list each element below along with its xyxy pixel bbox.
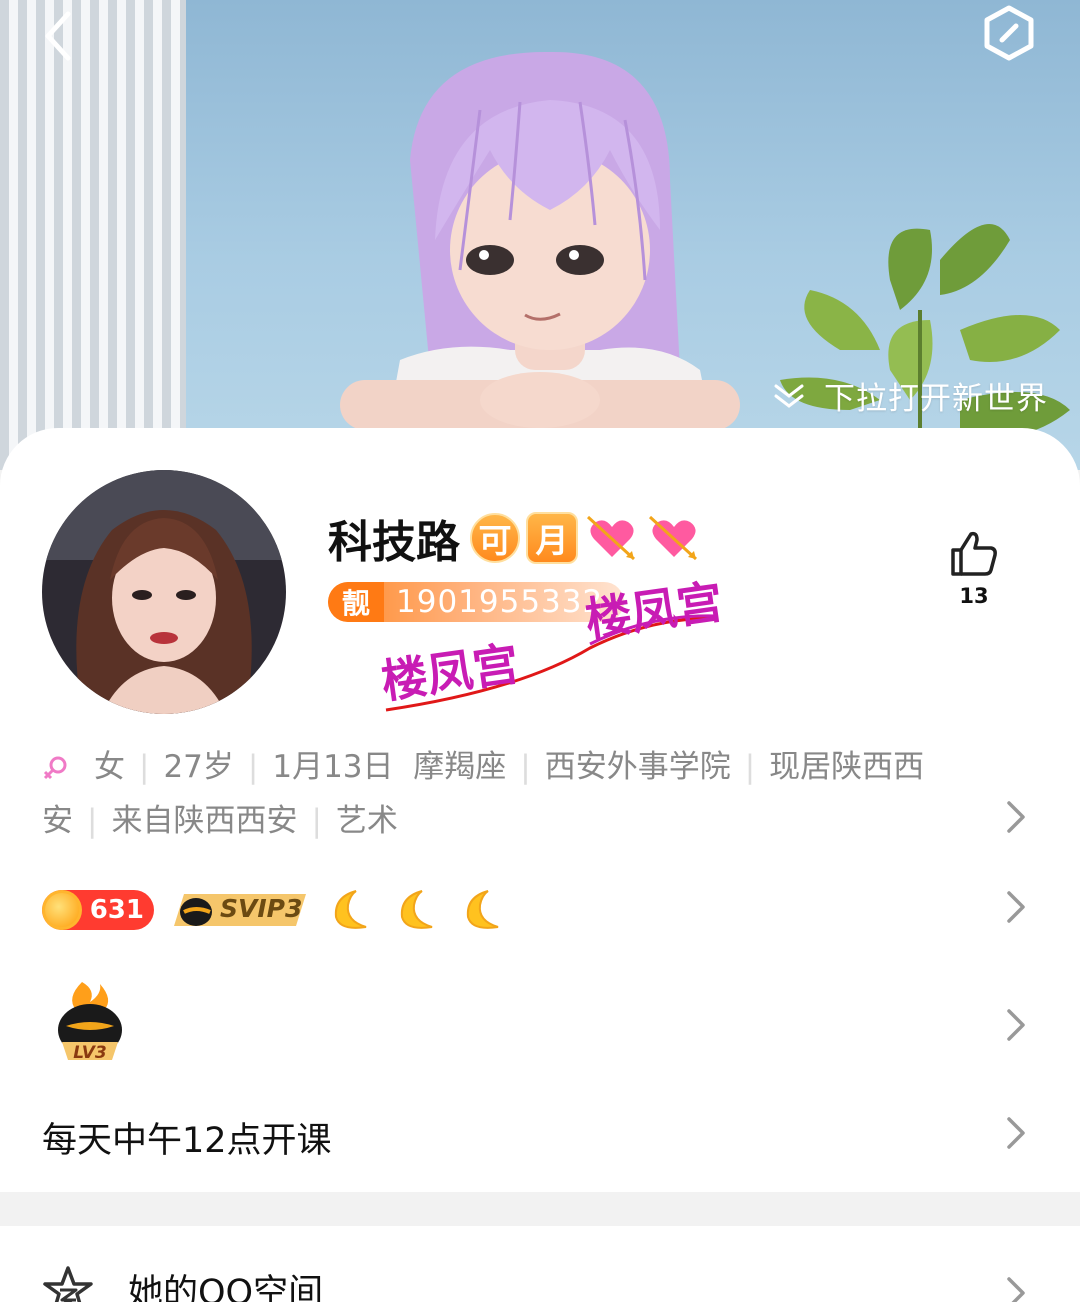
cover-hero[interactable]: 下拉打开新世界 <box>0 0 1080 470</box>
badge-yue[interactable]: 月 <box>526 512 578 564</box>
qq-space-label: 她的QQ空间 <box>128 1273 324 1302</box>
occupation: 艺术 <box>335 803 398 839</box>
school: 西安外事学院 <box>544 749 731 785</box>
svip-label: SVIP3 <box>220 894 303 923</box>
watermark-overlay: 楼凤宫 楼凤宫 <box>380 578 720 712</box>
vip-badges-row[interactable]: 631 SVIP3 <box>42 888 504 932</box>
coin-count: 631 <box>89 895 144 925</box>
flame-level-icon: LV3 <box>58 982 122 1063</box>
avatar[interactable] <box>42 470 286 714</box>
heart-arrow-icon[interactable] <box>584 513 640 563</box>
double-chevron-down-icon <box>774 384 804 408</box>
pull-down-hint-text: 下拉打开新世界 <box>824 380 1048 417</box>
like-button[interactable]: 13 <box>944 528 1004 618</box>
coin-badge[interactable]: 631 <box>42 890 154 930</box>
moon-icon <box>400 890 433 929</box>
female-icon <box>43 756 67 780</box>
qq-space-entry[interactable]: 她的QQ空间 <box>0 1226 1080 1302</box>
moon-icon <box>466 890 499 929</box>
signature-text[interactable]: 每天中午12点开课 <box>42 1112 332 1163</box>
age: 27岁 <box>163 749 234 785</box>
zodiac: 摩羯座 <box>413 749 507 785</box>
back-button[interactable] <box>30 6 90 62</box>
current-location: 现居陕西西 <box>769 749 925 785</box>
heart-arrow-icon[interactable] <box>646 513 702 563</box>
like-count: 13 <box>959 584 989 608</box>
hometown: 来自陕西西安 <box>111 803 298 839</box>
chevron-right-icon[interactable] <box>1004 798 1028 836</box>
level-label: LV3 <box>73 1043 106 1063</box>
name-row: 科技路 可 月 <box>328 508 702 568</box>
gender: 女 <box>94 749 125 785</box>
thumbs-up-icon <box>951 531 997 576</box>
basic-info-row[interactable]: 女 | 27岁 | 1月13日 摩羯座 | 西安外事学院 | 现居陕西西 安 | 来自陕西西安 | 艺术 <box>42 740 1002 848</box>
coin-icon <box>42 890 82 930</box>
badge-ke[interactable]: 可 <box>470 513 520 563</box>
avatar-photo <box>42 470 286 714</box>
star-icon <box>43 1266 93 1302</box>
pull-down-hint: 下拉打开新世界 <box>772 372 1048 418</box>
hexagon-cube-icon <box>984 5 1034 61</box>
cover-avatar-illustration <box>340 51 740 470</box>
chevron-right-icon[interactable] <box>1004 1114 1028 1152</box>
birthday: 1月13日 <box>272 749 394 785</box>
profile-card: 科技路 可 月 靓 1901955332 楼凤宫 楼凤宫 13 女 | 27岁 … <box>0 428 1080 1192</box>
chevron-right-icon[interactable] <box>1004 1006 1028 1044</box>
chevron-right-icon[interactable] <box>1004 1274 1028 1302</box>
watermark-text-2: 楼凤宫 <box>582 578 720 646</box>
super-show-button[interactable] <box>978 2 1040 64</box>
moon-icon <box>334 890 367 929</box>
current-location-cont: 安 <box>42 803 73 839</box>
pretty-number-prefix: 靓 <box>328 582 384 622</box>
watermark-text-1: 楼凤宫 <box>380 637 522 708</box>
chevron-right-icon[interactable] <box>1004 888 1028 926</box>
svip-badge[interactable]: SVIP3 <box>174 890 306 930</box>
chevron-left-icon <box>45 11 71 61</box>
cover-curtain <box>0 0 186 470</box>
level-badge[interactable]: LV3 <box>52 980 128 1064</box>
nickname: 科技路 <box>328 517 460 568</box>
